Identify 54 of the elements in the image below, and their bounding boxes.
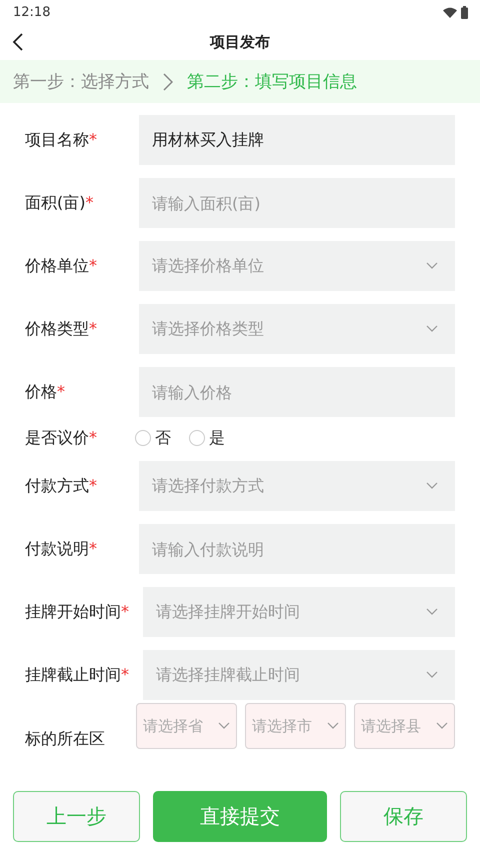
wifi-icon (443, 6, 457, 18)
select-field[interactable]: 请选择省 (136, 703, 237, 749)
select-field[interactable]: 请选择挂牌开始时间 (143, 587, 455, 637)
field-label: 挂牌开始时间 (25, 602, 121, 620)
chevron-down-icon (426, 482, 438, 490)
chevron-down-icon (426, 671, 438, 679)
field-label: 价格 (25, 382, 57, 400)
field-label: 付款说明 (25, 538, 89, 558)
radio-option[interactable]: 是 (189, 428, 225, 448)
back-icon[interactable] (12, 32, 24, 52)
page-title: 项目发布 (210, 32, 270, 52)
field-label: 价格单位 (25, 256, 89, 274)
field-label: 价格类型 (25, 318, 89, 338)
chevron-down-icon (426, 608, 438, 616)
required-mark: * (89, 476, 97, 494)
required-mark: * (121, 602, 129, 620)
step-label[interactable]: 第二步：填写项目信息 (187, 70, 357, 93)
input-field[interactable]: 用材林买入挂牌 (139, 115, 455, 165)
chevron-down-icon (218, 722, 230, 730)
action-button[interactable]: 上一步 (13, 791, 140, 842)
required-mark: * (89, 428, 97, 446)
field-label: 项目名称 (25, 130, 89, 148)
required-mark: * (89, 256, 97, 274)
select-field[interactable]: 请选择价格单位 (139, 241, 455, 291)
radio-option[interactable]: 否 (135, 428, 171, 448)
submit-button[interactable]: 直接提交 (153, 791, 327, 842)
required-mark: * (89, 538, 97, 558)
required-mark: * (85, 192, 94, 212)
required-mark: * (89, 130, 97, 148)
battery-icon (461, 6, 468, 18)
select-field[interactable]: 请选择价格类型 (139, 304, 455, 354)
select-field[interactable]: 请选择县 (354, 703, 455, 749)
chevron-down-icon (426, 262, 438, 270)
input-field[interactable]: 请输入面积(亩) (139, 178, 455, 228)
input-field[interactable]: 请输入价格 (139, 367, 455, 417)
field-label: 挂牌截止时间 (25, 664, 121, 684)
chevron-right-icon (163, 72, 173, 90)
field-label: 标的所在区 (25, 729, 105, 748)
action-button[interactable]: 保存 (340, 791, 467, 842)
chevron-down-icon (327, 722, 339, 730)
input-field[interactable]: 请输入付款说明 (139, 524, 455, 574)
select-field[interactable]: 请选择市 (245, 703, 346, 749)
status-time: 12:18 (13, 4, 50, 20)
select-field[interactable]: 请选择挂牌截止时间 (143, 650, 455, 700)
field-label: 是否议价 (25, 428, 89, 446)
field-label: 付款方式 (25, 476, 89, 494)
chevron-down-icon (436, 722, 448, 730)
required-mark: * (89, 318, 97, 338)
chevron-down-icon (426, 325, 438, 333)
required-mark: * (57, 382, 65, 400)
select-field[interactable]: 请选择付款方式 (139, 461, 455, 511)
step-label[interactable]: 第一步：选择方式 (13, 70, 149, 93)
required-mark: * (121, 664, 129, 684)
field-label: 面积(亩) (25, 192, 86, 212)
